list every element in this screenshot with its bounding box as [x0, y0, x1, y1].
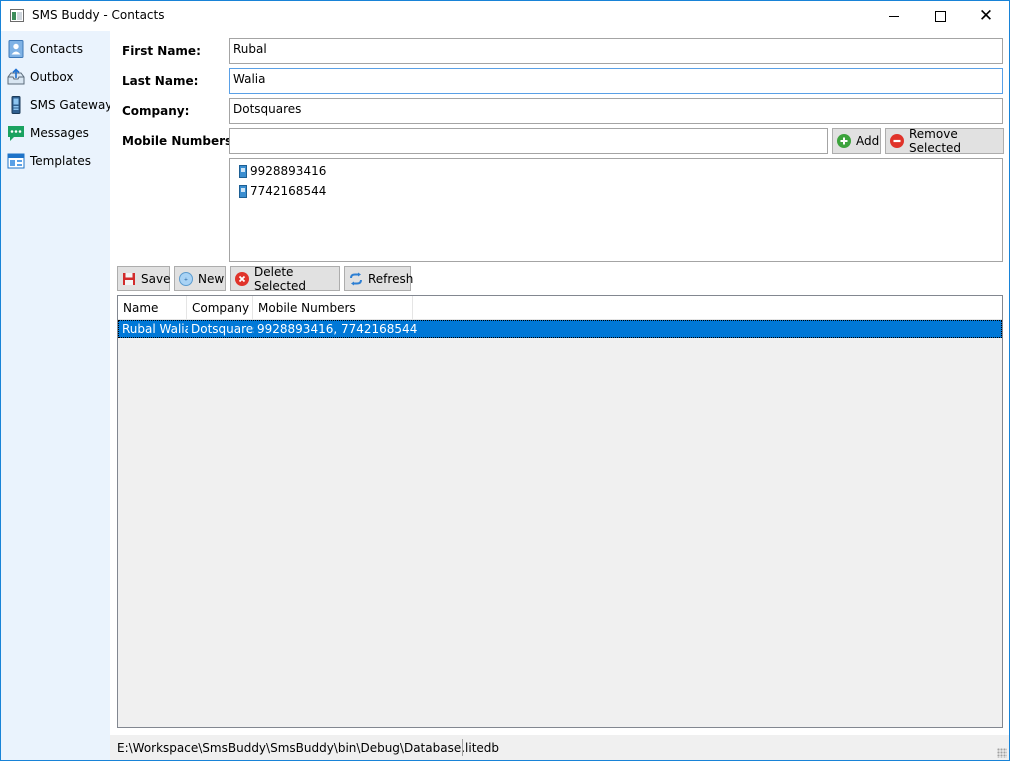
cell-mobile-numbers: 9928893416, 7742168544 — [257, 322, 418, 336]
close-icon: ✕ — [978, 5, 994, 26]
remove-icon — [890, 134, 904, 148]
save-button[interactable]: Save — [117, 266, 170, 291]
sidebar-item-label: SMS Gateway — [30, 98, 113, 112]
resize-grip-icon[interactable] — [997, 748, 1007, 758]
mobile-number-input[interactable] — [229, 128, 828, 154]
remove-selected-button[interactable]: Remove Selected — [885, 127, 1004, 155]
grid-header: Name Company Mobile Numbers — [118, 296, 1002, 320]
refresh-icon — [349, 272, 363, 286]
phone-icon — [239, 184, 247, 198]
new-button-label: New — [198, 271, 225, 286]
sidebar-item-label: Templates — [30, 154, 92, 168]
last-name-input[interactable]: Walia — [229, 68, 1003, 94]
title-bar[interactable]: SMS Buddy - Contacts ✕ — [1, 1, 1009, 31]
column-header-company[interactable]: Company — [187, 296, 253, 319]
first-name-input[interactable]: Rubal — [229, 38, 1003, 64]
company-label: Company: — [122, 104, 190, 118]
maximize-icon — [934, 10, 946, 22]
delete-selected-button[interactable]: Delete Selected — [230, 264, 340, 293]
refresh-button[interactable]: Refresh — [344, 266, 414, 291]
delete-icon — [235, 271, 249, 286]
mobile-number: 7742168544 — [250, 184, 327, 198]
sidebar-item-messages[interactable]: Messages — [7, 121, 107, 145]
remove-button-label: Remove Selected — [909, 127, 962, 155]
mobile-numbers-label: Mobile Numbers: — [122, 134, 237, 148]
contacts-grid[interactable]: Name Company Mobile Numbers Rubal Walia … — [117, 295, 1003, 728]
first-name-label: First Name: — [122, 44, 201, 58]
company-input[interactable]: Dotsquares — [229, 98, 1003, 124]
column-header-mobile-numbers[interactable]: Mobile Numbers — [253, 296, 413, 319]
last-name-label: Last Name: — [122, 74, 199, 88]
contact-editor: First Name: Rubal Last Name: Walia Compa… — [110, 31, 1009, 735]
add-button-label: Add — [856, 134, 880, 148]
mobile-number: 9928893416 — [250, 164, 327, 178]
outbox-icon — [7, 68, 25, 86]
phone-icon — [239, 164, 247, 178]
new-button[interactable]: + New — [174, 266, 226, 291]
templates-icon — [7, 152, 25, 170]
window-title: SMS Buddy - Contacts — [32, 8, 165, 22]
column-header-name[interactable]: Name — [118, 296, 187, 319]
new-icon: + — [179, 271, 193, 286]
database-path: E:\Workspace\SmsBuddy\SmsBuddy\bin\Debug… — [117, 741, 500, 755]
sidebar-item-templates[interactable]: Templates — [7, 149, 107, 173]
list-item[interactable]: 9928893416 — [239, 162, 326, 180]
cell-name: Rubal Walia — [122, 322, 188, 336]
messages-icon — [7, 124, 25, 142]
sidebar-item-label: Messages — [30, 126, 89, 140]
sms-gateway-icon — [7, 96, 25, 114]
minimize-icon — [889, 15, 899, 17]
app-window: SMS Buddy - Contacts ✕ Contacts Outbox S… — [0, 0, 1010, 761]
status-separator — [462, 739, 463, 756]
delete-button-label: Delete Selected — [254, 264, 307, 293]
save-icon — [122, 272, 136, 286]
sidebar-item-label: Outbox — [30, 70, 74, 84]
svg-text:+: + — [184, 277, 188, 283]
sidebar-item-sms-gateway[interactable]: SMS Gateway — [7, 93, 112, 117]
sidebar-item-contacts[interactable]: Contacts — [7, 37, 107, 61]
status-bar: E:\Workspace\SmsBuddy\SmsBuddy\bin\Debug… — [110, 735, 1009, 760]
list-item[interactable]: 7742168544 — [239, 182, 326, 200]
refresh-button-label: Refresh — [368, 271, 414, 286]
close-button[interactable]: ✕ — [963, 1, 1009, 31]
add-mobile-button[interactable]: Add — [832, 128, 881, 154]
sidebar: Contacts Outbox SMS Gateway Messages Tem… — [1, 31, 112, 760]
maximize-button[interactable] — [917, 1, 963, 31]
sidebar-item-label: Contacts — [30, 42, 83, 56]
save-button-label: Save — [141, 271, 171, 286]
sidebar-item-outbox[interactable]: Outbox — [7, 65, 107, 89]
table-row[interactable]: Rubal Walia Dotsquares 9928893416, 77421… — [118, 320, 1002, 338]
contacts-icon — [7, 40, 25, 58]
mobile-numbers-list[interactable]: 9928893416 7742168544 — [229, 158, 1003, 262]
add-icon — [837, 134, 851, 148]
minimize-button[interactable] — [871, 1, 917, 31]
app-icon — [10, 9, 24, 22]
cell-company: Dotsquares — [191, 322, 254, 336]
